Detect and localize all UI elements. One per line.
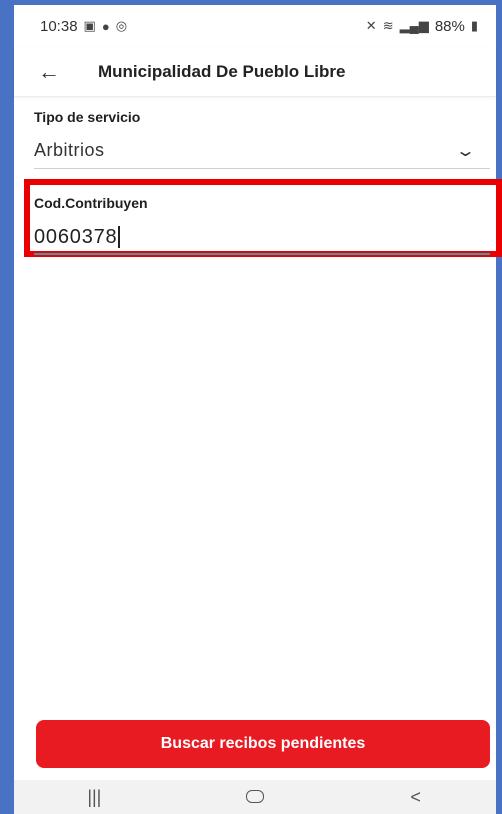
service-type-value: Arbitrios [34, 140, 105, 160]
recent-apps-icon[interactable]: ||| [64, 787, 124, 808]
service-type-field: Tipo de servicio Arbitrios ⌄ [34, 109, 490, 169]
chevron-down-icon: ⌄ [454, 142, 476, 160]
gallery-notification-icon: ▣ [83, 18, 96, 33]
back-button[interactable]: ← [14, 47, 84, 97]
phone-screen: 10:38 ▣ ● ◎ ✕ ≋ ▂▄▆ 88% ▮ ← Municipalida… [14, 5, 502, 814]
mute-icon: ✕ [365, 18, 377, 33]
chat-notification-icon: ● [101, 18, 110, 34]
search-receipts-button[interactable]: Buscar recibos pendientes [36, 720, 490, 768]
taxpayer-code-value: 0060378 [34, 225, 118, 248]
frame-border-right [496, 0, 502, 814]
taxpayer-code-field: Cod.Contribuyen 0060378 [34, 195, 490, 255]
app-bar: ← Municipalidad De Pueblo Libre [14, 47, 496, 97]
system-nav-bar: ||| < [14, 780, 496, 814]
home-icon[interactable] [225, 787, 285, 808]
page-title: Municipalidad De Pueblo Libre [98, 61, 346, 81]
status-left: 10:38 ▣ ● ◎ [40, 18, 127, 35]
battery-icon: ▮ [470, 18, 478, 33]
back-icon[interactable]: < [386, 787, 446, 808]
service-type-select[interactable]: Arbitrios ⌄ [34, 139, 490, 169]
arrow-left-icon: ← [38, 58, 60, 84]
status-right: ✕ ≋ ▂▄▆ 88% ▮ [366, 18, 478, 35]
search-receipts-label: Buscar recibos pendientes [160, 735, 366, 752]
taxpayer-code-input[interactable]: 0060378 [34, 221, 490, 255]
status-time: 10:38 [40, 17, 78, 35]
taxpayer-code-label: Cod.Contribuyen [34, 195, 148, 211]
service-type-label: Tipo de servicio [34, 109, 141, 125]
app-notification-icon: ◎ [115, 18, 128, 33]
status-bar: 10:38 ▣ ● ◎ ✕ ≋ ▂▄▆ 88% ▮ [14, 5, 496, 47]
battery-percent: 88% [434, 17, 465, 35]
text-cursor [118, 226, 121, 248]
signal-icon: ▂▄▆ [399, 18, 429, 33]
wifi-icon: ≋ [382, 18, 394, 33]
frame-border-left [0, 0, 14, 814]
